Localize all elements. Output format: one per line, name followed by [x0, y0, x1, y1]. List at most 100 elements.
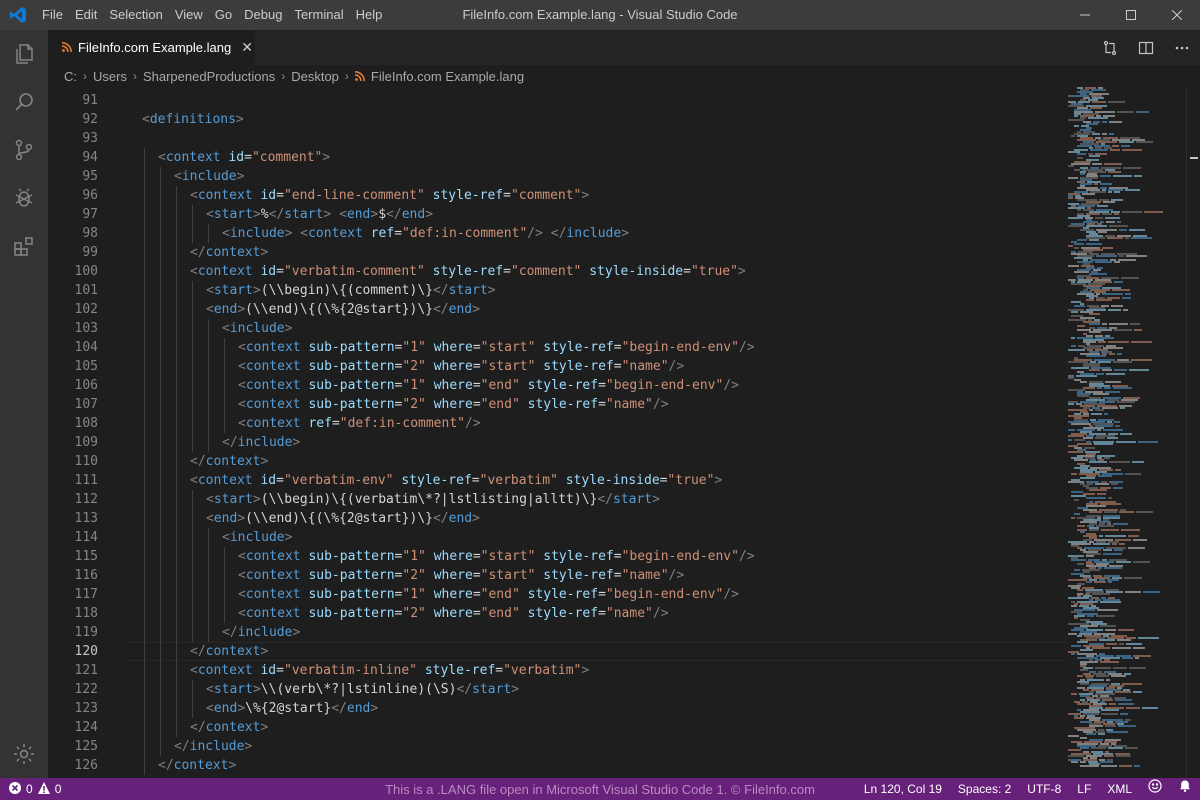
- code-token: start: [448, 283, 488, 298]
- code-line[interactable]: </context>: [190, 642, 268, 661]
- breadcrumb-item[interactable]: C:: [64, 69, 77, 84]
- minimap-line: [1114, 281, 1123, 283]
- code-line[interactable]: </context>: [190, 243, 268, 262]
- open-changes-icon[interactable]: [1092, 30, 1128, 65]
- code-line[interactable]: <start>\\(verb\*?|lstinline)(\S)</start>: [206, 680, 519, 699]
- minimap-line: [1068, 755, 1084, 757]
- minimap-line: [1117, 401, 1135, 403]
- code-line[interactable]: <start>(\\begin)\{(comment)\}</start>: [206, 281, 496, 300]
- code-line[interactable]: <include>: [222, 319, 292, 338]
- tab-fileinfo-example-lang[interactable]: FileInfo.com Example.lang ✕: [48, 30, 255, 65]
- breadcrumb-item[interactable]: Desktop: [291, 69, 339, 84]
- code-line[interactable]: <context id="verbatim-comment" style-ref…: [190, 262, 746, 281]
- indent-guide: [176, 186, 177, 205]
- breadcrumb-item[interactable]: FileInfo.com Example.lang: [371, 69, 524, 84]
- indent-guide: [144, 623, 145, 642]
- menu-item-file[interactable]: File: [36, 0, 69, 30]
- code-line[interactable]: <start>(\\begin)\{(verbatim\*?|lstlistin…: [206, 490, 660, 509]
- code-line[interactable]: </include>: [222, 623, 300, 642]
- minimap-line: [1109, 323, 1128, 325]
- code-line[interactable]: <end>(\\end)\{(\%{2@start})\}</end>: [206, 300, 480, 319]
- code-line[interactable]: <context sub-pattern="2" where="start" s…: [238, 357, 684, 376]
- vertical-scrollbar[interactable]: [1186, 87, 1200, 778]
- indent-guide: [176, 680, 177, 699]
- code-line[interactable]: <include>: [174, 167, 244, 186]
- minimap[interactable]: [1068, 87, 1186, 778]
- code-line[interactable]: <end>\%{2@start}</end>: [206, 699, 378, 718]
- code-line[interactable]: <context sub-pattern="1" where="end" sty…: [238, 585, 739, 604]
- code-area[interactable]: <definitions> <context id="comment"> <incl…: [124, 87, 1068, 778]
- code-line[interactable]: <context sub-pattern="1" where="start" s…: [238, 547, 755, 566]
- code-line[interactable]: <end>(\\end)\{(\%{2@start})\}</end>: [206, 509, 480, 528]
- code-line[interactable]: <context id="end-line-comment" style-ref…: [190, 186, 589, 205]
- settings-gear-icon[interactable]: [0, 730, 48, 778]
- split-editor-icon[interactable]: [1128, 30, 1164, 65]
- end-of-line[interactable]: LF: [1069, 778, 1099, 800]
- menu-item-edit[interactable]: Edit: [69, 0, 103, 30]
- breadcrumb-item[interactable]: SharpenedProductions: [143, 69, 275, 84]
- feedback-smiley-icon[interactable]: [1140, 778, 1170, 800]
- code-line[interactable]: </context>: [190, 718, 268, 737]
- code-line[interactable]: <context ref="def:in-comment"/>: [238, 414, 481, 433]
- notifications-bell-icon[interactable]: [1170, 778, 1200, 800]
- search-icon[interactable]: [0, 78, 48, 126]
- code-line[interactable]: <context id="comment">: [158, 148, 330, 167]
- minimap-line: [1089, 313, 1100, 315]
- indent-guide: [160, 680, 161, 699]
- chevron-right-icon: ›: [132, 69, 137, 83]
- minimap-line: [1129, 369, 1149, 371]
- indent-guide: [144, 148, 145, 167]
- line-number: 125: [74, 739, 98, 754]
- menu-item-terminal[interactable]: Terminal: [288, 0, 349, 30]
- minimize-button[interactable]: [1062, 0, 1108, 30]
- code-line[interactable]: <context sub-pattern="1" where="start" s…: [238, 338, 755, 357]
- language-mode[interactable]: XML: [1099, 778, 1140, 800]
- extensions-icon[interactable]: [0, 222, 48, 270]
- code-token: <: [206, 207, 214, 222]
- menu-item-debug[interactable]: Debug: [238, 0, 288, 30]
- cursor-position[interactable]: Ln 120, Col 19: [856, 778, 950, 800]
- breadcrumb-item[interactable]: Users: [93, 69, 127, 84]
- more-actions-icon[interactable]: [1164, 30, 1200, 65]
- code-line[interactable]: <include>: [222, 528, 292, 547]
- code-editor[interactable]: 91 92 93 94 95 96 97 98 99 100 101 102 103 104 105 106 1…: [48, 87, 1200, 778]
- menu-item-go[interactable]: Go: [209, 0, 238, 30]
- code-line[interactable]: <context sub-pattern="2" where="end" sty…: [238, 604, 669, 623]
- indentation-setting[interactable]: Spaces: 2: [950, 778, 1019, 800]
- code-token: sub-pattern: [308, 587, 395, 602]
- code-token: =: [613, 340, 622, 355]
- minimap-line: [1133, 561, 1150, 563]
- maximize-button[interactable]: [1108, 0, 1154, 30]
- code-token: sub-pattern: [308, 378, 395, 393]
- menu-item-help[interactable]: Help: [350, 0, 389, 30]
- indent-guide: [192, 433, 193, 452]
- code-line[interactable]: </context>: [158, 756, 236, 775]
- debug-icon[interactable]: [0, 174, 48, 222]
- indent-guide: [192, 547, 193, 566]
- code-line[interactable]: </include>: [174, 737, 252, 756]
- explorer-icon[interactable]: [0, 30, 48, 78]
- code-line[interactable]: <context id="verbatim-env" style-ref="ve…: [190, 471, 722, 490]
- code-line[interactable]: <context sub-pattern="1" where="end" sty…: [238, 376, 739, 395]
- source-control-icon[interactable]: [0, 126, 48, 174]
- code-line[interactable]: <start>%</start> <end>$</end>: [206, 205, 433, 224]
- tab-close-icon[interactable]: ✕: [241, 39, 253, 56]
- menu-item-selection[interactable]: Selection: [103, 0, 168, 30]
- code-line[interactable]: </context>: [190, 452, 268, 471]
- code-line[interactable]: <context sub-pattern="2" where="end" sty…: [238, 395, 669, 414]
- minimap-line: [1074, 271, 1089, 273]
- indent-guide: [144, 319, 145, 338]
- code-line[interactable]: <include> <context ref="def:in-comment"/…: [222, 224, 629, 243]
- file-encoding[interactable]: UTF-8: [1019, 778, 1069, 800]
- code-token: include: [237, 625, 293, 640]
- problems-indicator[interactable]: 0 0: [0, 781, 61, 798]
- menu-item-view[interactable]: View: [169, 0, 209, 30]
- code-line[interactable]: <context id="verbatim-inline" style-ref=…: [190, 661, 589, 680]
- close-window-button[interactable]: [1154, 0, 1200, 30]
- indent-guide: [208, 547, 209, 566]
- code-token: >: [714, 473, 723, 488]
- code-line[interactable]: </include>: [222, 433, 300, 452]
- line-number: 94: [82, 150, 98, 165]
- code-line[interactable]: <context sub-pattern="2" where="start" s…: [238, 566, 684, 585]
- code-line[interactable]: <definitions>: [142, 110, 244, 129]
